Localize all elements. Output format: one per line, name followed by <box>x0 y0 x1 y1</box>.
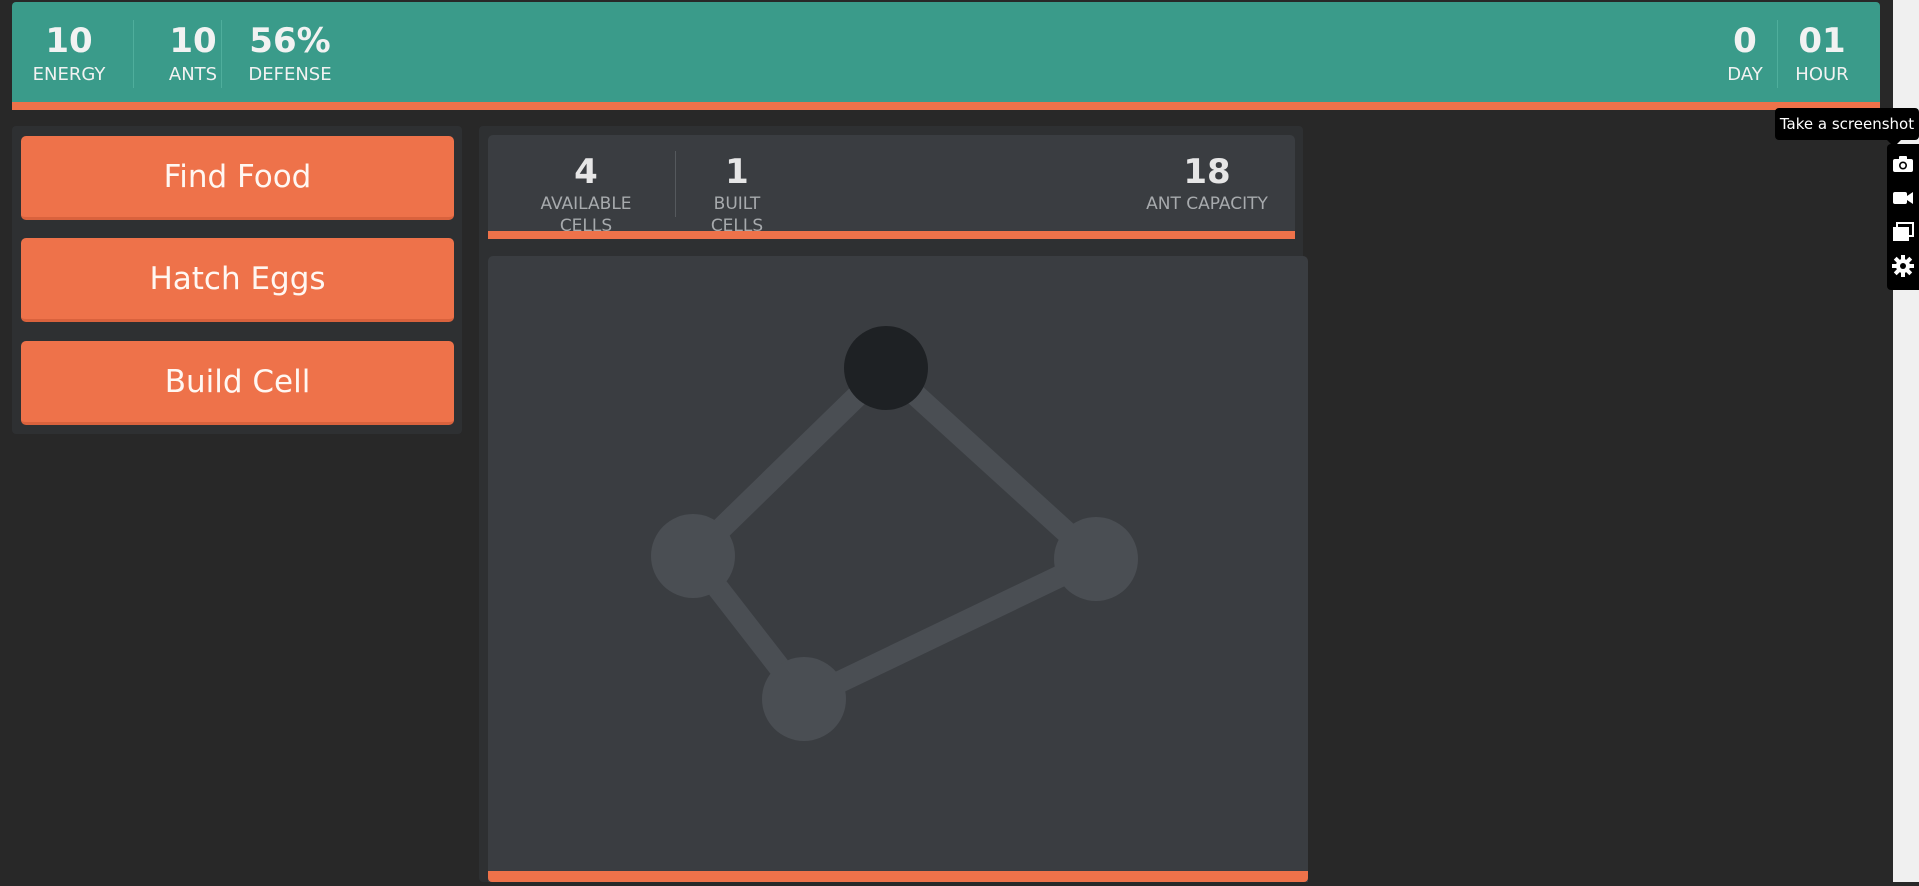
gear-icon[interactable] <box>1891 254 1915 278</box>
hour-value: 01 <box>1798 21 1846 61</box>
available-cell-node[interactable] <box>762 657 846 741</box>
colony-board <box>488 256 1308 882</box>
ant-capacity-value: 18 <box>1183 152 1231 192</box>
stats-header: 10 ENERGY 10 ANTS 56% DEFENSE 0 DAY 01 H… <box>12 2 1880 110</box>
divider <box>675 151 676 217</box>
available-cells-label: AVAILABLE CELLS <box>540 194 632 236</box>
built-cells-stat: 1 BUILT CELLS <box>687 135 787 237</box>
screenshot-tooltip: Take a screenshot <box>1775 108 1919 147</box>
built-cell-node[interactable] <box>844 326 928 410</box>
camera-icon[interactable] <box>1891 152 1915 176</box>
day-value: 0 <box>1733 21 1757 61</box>
energy-stat: 10 ENERGY <box>32 2 106 102</box>
video-icon[interactable] <box>1891 186 1915 210</box>
available-cells-value: 4 <box>574 152 598 192</box>
actions-panel: Find Food Hatch Eggs Build Cell <box>12 126 462 434</box>
defense-stat: 56% DEFENSE <box>240 2 340 102</box>
divider <box>221 20 222 88</box>
cell-stats-bar: 4 AVAILABLE CELLS 1 BUILT CELLS 18 ANT C… <box>488 135 1295 239</box>
built-cells-value: 1 <box>725 152 749 192</box>
ant-capacity-label: ANT CAPACITY <box>1146 194 1268 214</box>
ants-stat: 10 ANTS <box>158 2 228 102</box>
built-cells-label: BUILT CELLS <box>710 194 764 236</box>
ant-capacity-stat: 18 ANT CAPACITY <box>1142 135 1272 215</box>
window-icon[interactable] <box>1891 220 1915 244</box>
available-cells-stat: 4 AVAILABLE CELLS <box>516 135 656 237</box>
ants-label: ANTS <box>168 64 218 85</box>
board-accent-bar <box>488 871 1308 882</box>
divider <box>133 20 134 88</box>
energy-label: ENERGY <box>32 64 106 85</box>
day-stat: 0 DAY <box>1720 2 1770 102</box>
energy-value: 10 <box>45 21 93 61</box>
hour-label: HOUR <box>1795 64 1849 85</box>
defense-value: 56% <box>249 21 331 61</box>
ants-value: 10 <box>169 21 217 61</box>
available-cell-node[interactable] <box>651 514 735 598</box>
divider <box>1777 20 1778 88</box>
hatch-eggs-button[interactable]: Hatch Eggs <box>21 238 454 322</box>
tunnel <box>793 548 1107 710</box>
colony-panel: 4 AVAILABLE CELLS 1 BUILT CELLS 18 ANT C… <box>479 126 1308 882</box>
defense-label: DEFENSE <box>248 64 332 85</box>
build-cell-button[interactable]: Build Cell <box>21 341 454 425</box>
day-label: DAY <box>1727 64 1763 85</box>
tunnel <box>875 357 1107 570</box>
available-cell-node[interactable] <box>1054 517 1138 601</box>
hour-stat: 01 HOUR <box>1786 2 1858 102</box>
colony-graph <box>651 326 1138 741</box>
find-food-button[interactable]: Find Food <box>21 136 454 220</box>
capture-toolbar <box>1887 144 1919 290</box>
